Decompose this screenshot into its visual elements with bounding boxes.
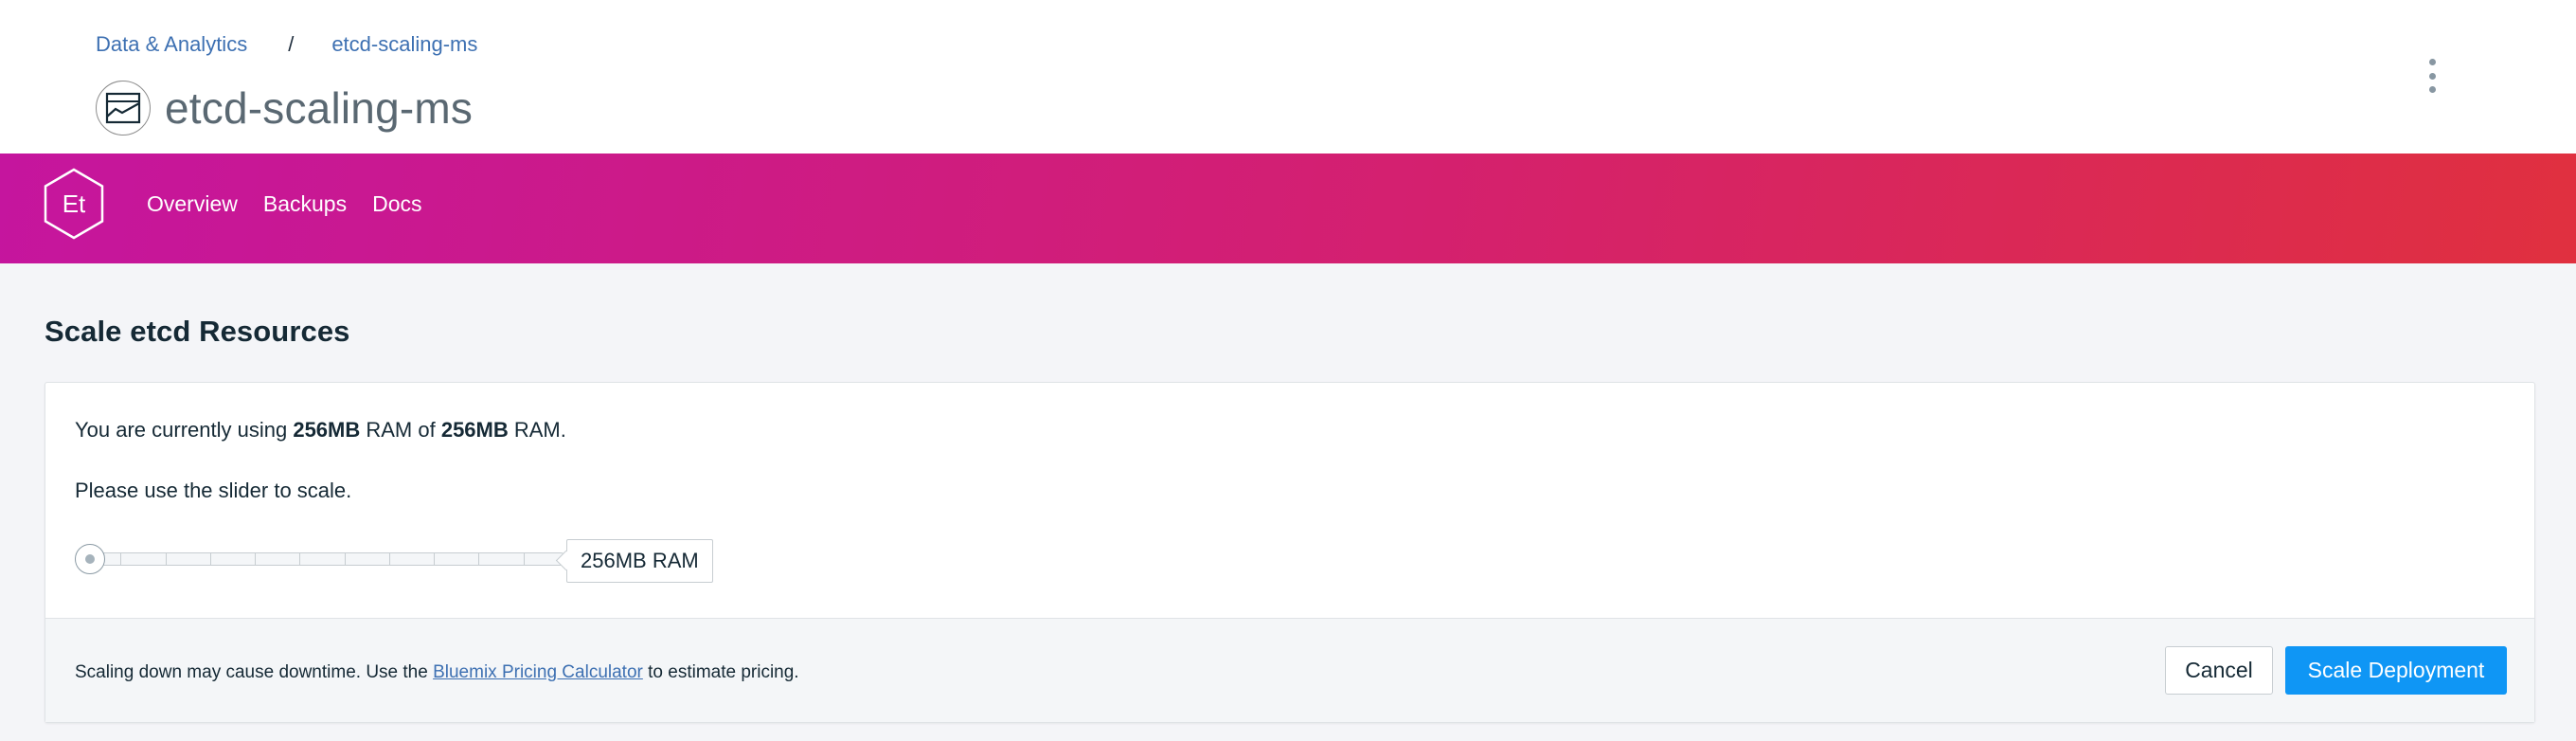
slider-tick bbox=[345, 553, 346, 565]
etcd-hexagon-logo-icon: Et bbox=[43, 168, 105, 240]
usage-suffix: RAM. bbox=[508, 418, 566, 442]
nav-overview[interactable]: Overview bbox=[147, 191, 238, 217]
slider-tick bbox=[524, 553, 525, 565]
slider-tick bbox=[210, 553, 211, 565]
slider-handle[interactable] bbox=[75, 544, 105, 574]
ram-slider[interactable] bbox=[75, 543, 586, 575]
nav-backups[interactable]: Backups bbox=[263, 191, 347, 217]
usage-text: You are currently using 256MB RAM of 256… bbox=[75, 418, 566, 443]
service-brand-bar: Et Overview Backups Docs bbox=[0, 154, 2576, 263]
pricing-note: Scaling down may cause downtime. Use the… bbox=[75, 662, 799, 683]
kebab-dot bbox=[2428, 59, 2436, 65]
breadcrumb: Data & Analytics / etcd-scaling-ms bbox=[96, 32, 477, 57]
breadcrumb-separator: / bbox=[288, 32, 295, 56]
page-title: etcd-scaling-ms bbox=[165, 83, 474, 133]
logo-text: Et bbox=[62, 189, 86, 218]
service-nav: Overview Backups Docs bbox=[147, 191, 447, 217]
slider-tick bbox=[389, 553, 390, 565]
page-header: Data & Analytics / etcd-scaling-ms etcd-… bbox=[0, 0, 2576, 154]
kebab-dot bbox=[2428, 86, 2436, 93]
slider-tick bbox=[434, 553, 435, 565]
title-row: etcd-scaling-ms bbox=[96, 81, 473, 136]
usage-max: 256MB bbox=[440, 418, 509, 442]
slider-value-tag: 256MB RAM bbox=[566, 539, 713, 583]
slider-tick bbox=[478, 553, 479, 565]
line-chart-icon bbox=[96, 81, 151, 136]
usage-prefix: You are currently using bbox=[75, 418, 294, 442]
slider-hint: Please use the slider to scale. bbox=[75, 479, 352, 502]
card-footer: Scaling down may cause downtime. Use the… bbox=[45, 618, 2534, 722]
slider-tick bbox=[255, 553, 256, 565]
nav-docs[interactable]: Docs bbox=[372, 191, 421, 217]
pricing-calculator-link[interactable]: Bluemix Pricing Calculator bbox=[433, 662, 643, 682]
slider-tick bbox=[120, 553, 121, 565]
breadcrumb-current[interactable]: etcd-scaling-ms bbox=[331, 32, 477, 57]
note-suffix: to estimate pricing. bbox=[642, 662, 799, 682]
slider-tick bbox=[166, 553, 167, 565]
kebab-dot bbox=[2428, 72, 2436, 80]
slider-handle-dot bbox=[85, 554, 95, 564]
cancel-button[interactable]: Cancel bbox=[2165, 646, 2273, 695]
scale-deployment-button[interactable]: Scale Deployment bbox=[2285, 646, 2507, 695]
slider-track[interactable] bbox=[75, 552, 567, 566]
overflow-menu-vertical-icon[interactable] bbox=[2421, 53, 2443, 99]
note-prefix: Scaling down may cause downtime. Use the bbox=[75, 662, 434, 682]
usage-current: 256MB bbox=[293, 418, 361, 442]
breadcrumb-data-analytics[interactable]: Data & Analytics bbox=[96, 32, 247, 57]
scale-card: You are currently using 256MB RAM of 256… bbox=[45, 382, 2535, 723]
usage-middle: RAM of bbox=[360, 418, 441, 442]
section-title: Scale etcd Resources bbox=[45, 315, 350, 348]
slider-tick bbox=[299, 553, 300, 565]
